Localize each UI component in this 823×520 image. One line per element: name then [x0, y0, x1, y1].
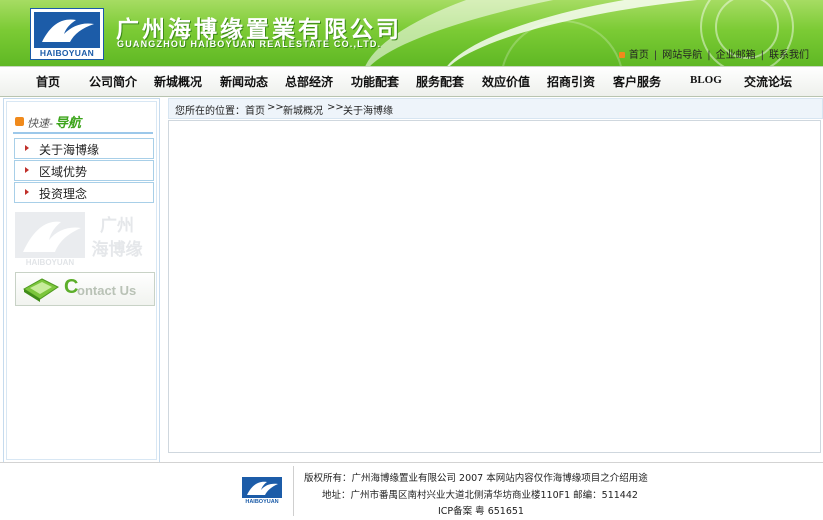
divider: | [707, 50, 711, 61]
quick-nav-main: 导航 [55, 116, 82, 131]
sidebar-item-label: 关于海博缘 [39, 143, 100, 157]
watermark-text: 广州 海博缘 [85, 214, 149, 262]
footer-icp[interactable]: ICP备案 粤 651651 [438, 503, 524, 517]
main-nav: 首页 公司简介 新城概况 新闻动态 总部经济 功能配套 服务配套 效应价值 招商… [0, 66, 823, 97]
divider: | [760, 50, 764, 61]
contact-us-button[interactable]: C ontact Us [15, 272, 155, 306]
nav-item-services[interactable]: 服务配套 [416, 73, 464, 90]
company-name-en: GUANGZHOU HAIBOYUAN REALESTATE CO.,LTD. [117, 39, 382, 49]
footer-address: 地址：广州市番禺区南村兴业大道北侧清华坊商业楼110F1 邮编：511442 [322, 490, 638, 501]
watermark-text-line2: 海博缘 [91, 240, 143, 260]
watermark-logo-text: HAIBOYUAN [25, 258, 75, 267]
arrow-icon [618, 52, 625, 58]
sidebar-item-investment-idea[interactable]: 投资理念 [14, 182, 154, 203]
breadcrumb-prefix[interactable]: 您所在的位置：首页 [175, 102, 265, 117]
nav-item-blog[interactable]: BLOG [690, 74, 722, 86]
sidebar: 快速- 导航 关于海博缘 区域优势 投资理念 广州 海博缘 HAIBOYUAN … [3, 98, 160, 463]
nav-item-forum[interactable]: 交流论坛 [744, 73, 792, 90]
breadcrumb-level1[interactable]: 新城概况 [283, 102, 323, 117]
main-content [168, 120, 821, 453]
sidebar-item-label: 区域优势 [39, 165, 88, 179]
top-link-sitemap[interactable]: 网站导航 [662, 46, 702, 61]
sidebar-item-about[interactable]: 关于海博缘 [14, 138, 154, 159]
nav-item-about[interactable]: 公司简介 [89, 73, 137, 90]
footer-bird-icon [242, 477, 282, 498]
quick-nav-prefix: 快速- [27, 117, 53, 130]
envelope-icon [23, 278, 59, 302]
triangle-bullet-icon [25, 145, 29, 151]
watermark-text-line1: 广州 [100, 216, 134, 236]
sidebar-item-region[interactable]: 区域优势 [14, 160, 154, 181]
logo-text: HAIBOYUAN [39, 48, 95, 58]
breadcrumb-sep: >> [267, 102, 284, 113]
watermark-bird-icon [15, 212, 85, 258]
quick-nav-title: 快速- 导航 [13, 112, 153, 134]
quick-nav-icon [15, 117, 24, 126]
nav-item-news[interactable]: 新闻动态 [220, 73, 268, 90]
triangle-bullet-icon [25, 167, 29, 173]
contact-us-label: ontact Us [77, 283, 137, 298]
nav-item-newtown[interactable]: 新城概况 [154, 73, 202, 90]
company-logo[interactable]: HAIBOYUAN [30, 8, 104, 60]
nav-item-hq-economy[interactable]: 总部经济 [285, 73, 333, 90]
top-link-contact[interactable]: 联系我们 [769, 46, 809, 61]
nav-item-facilities[interactable]: 功能配套 [351, 73, 399, 90]
nav-item-value[interactable]: 效应价值 [482, 73, 530, 90]
breadcrumb: 您所在的位置：首页 >> 新城概况 >> 关于海博缘 [168, 98, 823, 119]
watermark-logo: 广州 海博缘 HAIBOYUAN [15, 210, 155, 268]
footer-divider [0, 462, 823, 463]
footer-logo: HAIBOYUAN [240, 476, 284, 508]
logo-bird-icon [34, 12, 100, 48]
sidebar-inner: 快速- 导航 关于海博缘 区域优势 投资理念 广州 海博缘 HAIBOYUAN … [6, 101, 157, 460]
sidebar-item-label: 投资理念 [39, 187, 88, 201]
footer-copyright: 版权所有：广州海博缘置业有限公司 2007 本网站内容仅作海博缘项目之介绍用途 [304, 473, 648, 484]
triangle-bullet-icon [25, 189, 29, 195]
breadcrumb-current: 关于海博缘 [343, 106, 393, 117]
site-header: HAIBOYUAN 广州海博缘置業有限公司 GUANGZHOU HAIBOYUA… [0, 0, 823, 66]
top-link-email[interactable]: 企业邮箱 [716, 46, 756, 61]
nav-item-customer-service[interactable]: 客户服务 [613, 73, 661, 90]
divider: | [653, 50, 658, 61]
nav-item-investment[interactable]: 招商引资 [547, 73, 595, 90]
nav-item-home[interactable]: 首页 [36, 73, 60, 90]
footer-separator [293, 466, 294, 516]
top-links: 首页 | 网站导航 | 企业邮箱 | 联系我们 [618, 46, 809, 61]
breadcrumb-sep: >> [327, 102, 344, 113]
footer-logo-text: HAIBOYUAN [245, 499, 279, 505]
top-link-home[interactable]: 首页 [629, 46, 649, 61]
